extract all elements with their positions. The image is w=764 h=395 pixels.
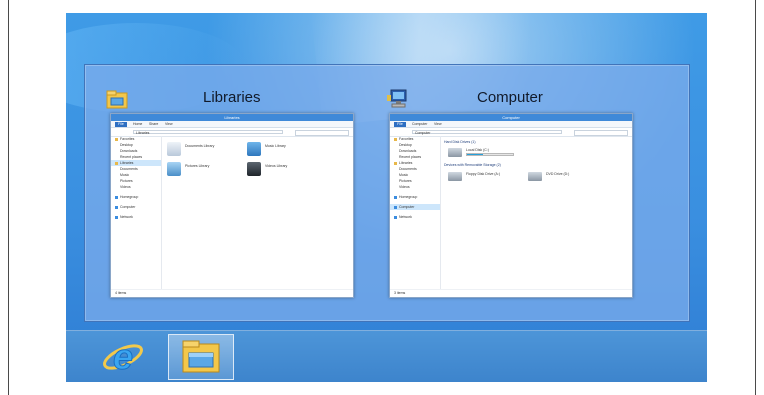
drive-item: Local Disk (C:) (448, 147, 518, 161)
library-item: Pictures Library (167, 160, 227, 180)
window-switcher-overlay: Libraries Libraries File Home Share View… (84, 64, 690, 322)
drive-group-header: Devices with Removable Storage (2) (444, 163, 501, 167)
thumbnail-titlebar: Libraries (111, 114, 353, 128)
desktop: Libraries Libraries File Home Share View… (66, 13, 707, 382)
thumbnail-status-bar: 3 items (390, 289, 632, 297)
thumbnail-titlebar: Computer (390, 114, 632, 128)
thumbnail-navigation-pane: Favorites Desktop Downloads Recent place… (111, 136, 162, 290)
file-explorer-icon (182, 340, 220, 373)
thumbnail-ribbon: File Computer View (390, 121, 632, 128)
computer-thumbnail[interactable]: Computer File Computer View Computer Fav… (389, 113, 633, 298)
window-title-libraries: Libraries (203, 89, 261, 106)
computer-icon (387, 89, 409, 109)
library-item: Documents Library (167, 140, 227, 160)
svg-text:e: e (113, 336, 133, 377)
internet-explorer-icon: e (103, 336, 143, 378)
thumbnail-navigation-pane: Favorites Desktop Downloads Recent place… (390, 136, 441, 290)
left-frame-border (8, 0, 9, 395)
thumbnail-content: Hard Disk Drives (1) Local Disk (C:) Dev… (444, 140, 628, 288)
libraries-folder-icon (106, 89, 128, 109)
drive-item: Floppy Disk Drive (A:) (448, 171, 518, 185)
taskbar: e (66, 330, 707, 382)
right-frame-border (755, 0, 756, 395)
thumbnail-ribbon: File Home Share View (111, 121, 353, 128)
drive-item: DVD Drive (D:) (528, 171, 598, 185)
libraries-thumbnail[interactable]: Libraries File Home Share View Libraries… (110, 113, 354, 298)
thumbnail-content: Documents Library Music Library Pictures… (165, 140, 349, 288)
library-item: Music Library (247, 140, 307, 160)
window-title-computer: Computer (477, 89, 543, 106)
thumbnail-status-bar: 4 items (111, 289, 353, 297)
taskbar-button-file-explorer[interactable] (168, 334, 234, 380)
taskbar-button-internet-explorer[interactable]: e (90, 334, 156, 380)
library-item: Videos Library (247, 160, 307, 180)
drive-group-header: Hard Disk Drives (1) (444, 140, 476, 144)
